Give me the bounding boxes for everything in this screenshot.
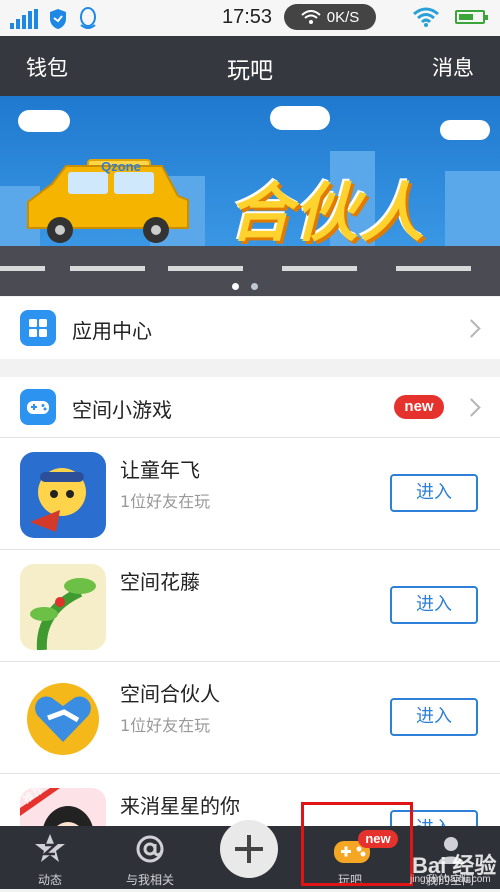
- tab-mentions[interactable]: 与我相关: [100, 826, 200, 889]
- banner-headline: 合伙人: [228, 177, 426, 251]
- game-thumb-hehuoren: [20, 676, 106, 762]
- page-title: 玩吧: [227, 58, 273, 84]
- game-thumb-huateng: [20, 564, 106, 650]
- baidu-watermark-url: jingyan.baidu.com: [410, 874, 491, 885]
- banner-pager: [232, 283, 258, 290]
- road-mark: [396, 266, 471, 271]
- tab-label: 动态: [37, 873, 62, 887]
- qzone-label: Qzone: [101, 159, 141, 174]
- road-mark: [168, 266, 243, 271]
- signal-icon: [10, 9, 38, 29]
- game-friends-playing: 1位好友在玩: [120, 716, 211, 735]
- app-center-icon: [20, 310, 56, 346]
- game-friends-playing: 1位好友在玩: [120, 492, 211, 511]
- wifi-icon: [413, 7, 439, 27]
- gamepad-icon: [20, 389, 56, 425]
- building-silhouette: [445, 171, 500, 246]
- network-speed-pill: 0K/S: [284, 4, 376, 30]
- game-row[interactable]: 空间花藤 进入: [0, 549, 500, 666]
- chevron-right-icon: [462, 319, 481, 338]
- highlight-box: [301, 802, 413, 886]
- game-thumb-tongnianfei: [20, 452, 106, 538]
- wifi-small-icon: [301, 10, 321, 24]
- clock: 17:53: [222, 6, 273, 28]
- messages-button[interactable]: 消息: [432, 52, 474, 82]
- pager-dot: [251, 283, 258, 290]
- game-name: 空间花藤: [120, 570, 200, 594]
- tab-feed[interactable]: 动态: [0, 826, 100, 889]
- cloud-icon: [18, 110, 70, 132]
- cloud-icon: [440, 120, 490, 140]
- app-center-label: 应用中心: [72, 319, 152, 343]
- top-nav-bar: 钱包 玩吧 消息: [0, 36, 500, 96]
- game-row[interactable]: 让童年飞 1位好友在玩 进入: [0, 437, 500, 554]
- at-icon: [136, 835, 164, 863]
- publish-plus-button[interactable]: [220, 820, 278, 878]
- qq-icon: [80, 7, 96, 29]
- battery-icon: [455, 10, 488, 24]
- enter-game-button[interactable]: 进入: [390, 474, 478, 512]
- star-z-icon: [35, 834, 65, 862]
- net-speed-value: 0K/S: [326, 8, 360, 26]
- chevron-right-icon: [462, 398, 481, 417]
- road-mark: [70, 266, 145, 271]
- status-bar: 17:53 0K/S: [0, 0, 500, 36]
- road-mark: [0, 266, 45, 271]
- app-center-row[interactable]: 应用中心: [0, 297, 500, 359]
- road-mark: [282, 266, 357, 271]
- promo-banner[interactable]: Qzone 合伙人: [0, 96, 500, 296]
- cloud-icon: [270, 106, 330, 130]
- enter-game-button[interactable]: 进入: [390, 698, 478, 736]
- game-name: 让童年飞: [120, 458, 200, 482]
- shield-icon: [50, 9, 66, 29]
- tab-label: 与我相关: [125, 873, 174, 887]
- space-games-row[interactable]: 空间小游戏 new: [0, 377, 500, 437]
- game-name: 空间合伙人: [120, 682, 220, 706]
- game-name: 来消星星的你: [120, 794, 240, 818]
- game-row[interactable]: 空间合伙人 1位好友在玩 进入: [0, 661, 500, 778]
- enter-game-button[interactable]: 进入: [390, 586, 478, 624]
- plus-icon: [235, 835, 263, 863]
- pager-dot: [232, 283, 239, 290]
- space-games-label: 空间小游戏: [72, 398, 172, 422]
- new-badge: new: [394, 395, 444, 419]
